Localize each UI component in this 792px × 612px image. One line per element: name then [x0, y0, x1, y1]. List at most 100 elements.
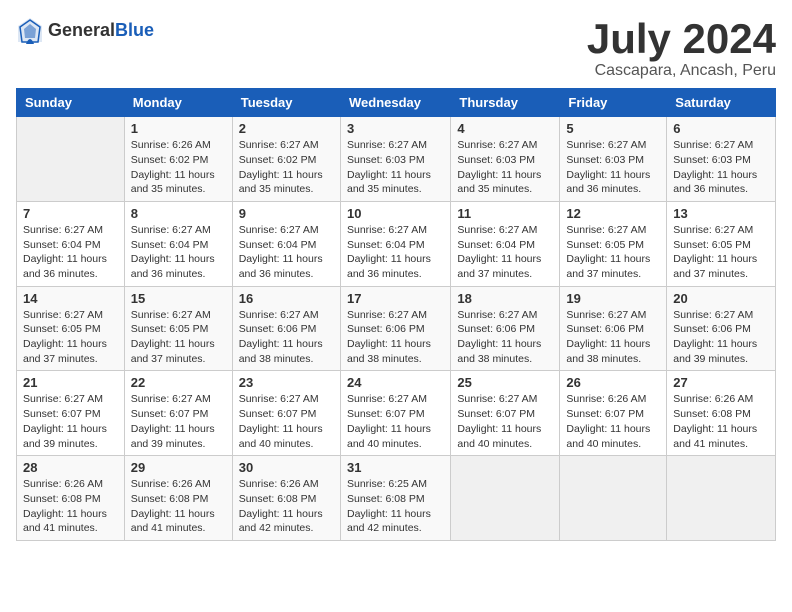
day-info: Sunrise: 6:27 AM Sunset: 6:05 PM Dayligh… [673, 223, 769, 282]
weekday-header-thursday: Thursday [451, 89, 560, 117]
day-info: Sunrise: 6:27 AM Sunset: 6:06 PM Dayligh… [673, 308, 769, 367]
logo-general: General [48, 20, 115, 41]
day-number: 30 [239, 460, 334, 475]
calendar-cell: 19 Sunrise: 6:27 AM Sunset: 6:06 PM Dayli… [560, 286, 667, 371]
calendar-cell: 29 Sunrise: 6:26 AM Sunset: 6:08 PM Dayli… [124, 456, 232, 541]
calendar-cell: 17Sunrise: 6:27 AM Sunset: 6:06 PM Dayli… [340, 286, 450, 371]
day-info: Sunrise: 6:27 AM Sunset: 6:04 PM Dayligh… [347, 223, 444, 282]
weekday-header-saturday: Saturday [667, 89, 776, 117]
calendar-cell: 28 Sunrise: 6:26 AM Sunset: 6:08 PM Dayli… [17, 456, 125, 541]
calendar-cell: 21Sunrise: 6:27 AM Sunset: 6:07 PM Dayli… [17, 371, 125, 456]
day-number: 14 [23, 291, 118, 306]
calendar-cell: 25 Sunrise: 6:27 AM Sunset: 6:07 PM Dayli… [451, 371, 560, 456]
day-number: 6 [673, 121, 769, 136]
day-number: 22 [131, 375, 226, 390]
calendar-cell [667, 456, 776, 541]
day-info: Sunrise: 6:26 AM Sunset: 6:07 PM Dayligh… [566, 392, 660, 451]
calendar-cell: 15 Sunrise: 6:27 AM Sunset: 6:05 PM Dayli… [124, 286, 232, 371]
day-number: 17 [347, 291, 444, 306]
day-number: 29 [131, 460, 226, 475]
day-info: Sunrise: 6:27 AM Sunset: 6:04 PM Dayligh… [457, 223, 553, 282]
calendar-cell: 8Sunrise: 6:27 AM Sunset: 6:04 PM Daylig… [124, 201, 232, 286]
calendar-cell: 31 Sunrise: 6:25 AM Sunset: 6:08 PM Dayli… [340, 456, 450, 541]
day-info: Sunrise: 6:27 AM Sunset: 6:07 PM Dayligh… [23, 392, 118, 451]
day-info: Sunrise: 6:27 AM Sunset: 6:04 PM Dayligh… [131, 223, 226, 282]
calendar-cell: 5 Sunrise: 6:27 AM Sunset: 6:03 PM Daylig… [560, 117, 667, 202]
calendar-cell: 12 Sunrise: 6:27 AM Sunset: 6:05 PM Dayli… [560, 201, 667, 286]
day-number: 1 [131, 121, 226, 136]
day-info: Sunrise: 6:27 AM Sunset: 6:03 PM Dayligh… [347, 138, 444, 197]
day-info: Sunrise: 6:26 AM Sunset: 6:02 PM Dayligh… [131, 138, 226, 197]
day-info: Sunrise: 6:27 AM Sunset: 6:06 PM Dayligh… [239, 308, 334, 367]
calendar-subtitle: Cascapara, Ancash, Peru [587, 62, 776, 80]
day-number: 3 [347, 121, 444, 136]
calendar-cell: 20 Sunrise: 6:27 AM Sunset: 6:06 PM Dayli… [667, 286, 776, 371]
day-info: Sunrise: 6:25 AM Sunset: 6:08 PM Dayligh… [347, 477, 444, 536]
logo-icon [16, 16, 44, 44]
day-info: Sunrise: 6:26 AM Sunset: 6:08 PM Dayligh… [23, 477, 118, 536]
calendar-cell: 18Sunrise: 6:27 AM Sunset: 6:06 PM Dayli… [451, 286, 560, 371]
calendar-cell: 23Sunrise: 6:27 AM Sunset: 6:07 PM Dayli… [232, 371, 340, 456]
calendar-cell: 9Sunrise: 6:27 AM Sunset: 6:04 PM Daylig… [232, 201, 340, 286]
calendar-cell: 22 Sunrise: 6:27 AM Sunset: 6:07 PM Dayli… [124, 371, 232, 456]
day-info: Sunrise: 6:26 AM Sunset: 6:08 PM Dayligh… [673, 392, 769, 451]
day-info: Sunrise: 6:27 AM Sunset: 6:03 PM Dayligh… [566, 138, 660, 197]
day-info: Sunrise: 6:27 AM Sunset: 6:03 PM Dayligh… [673, 138, 769, 197]
day-info: Sunrise: 6:27 AM Sunset: 6:07 PM Dayligh… [239, 392, 334, 451]
day-info: Sunrise: 6:27 AM Sunset: 6:04 PM Dayligh… [23, 223, 118, 282]
calendar-cell [451, 456, 560, 541]
weekday-header-monday: Monday [124, 89, 232, 117]
calendar-week-row: 7Sunrise: 6:27 AM Sunset: 6:04 PM Daylig… [17, 201, 776, 286]
logo: General Blue [16, 16, 154, 44]
day-info: Sunrise: 6:27 AM Sunset: 6:05 PM Dayligh… [131, 308, 226, 367]
weekday-header-tuesday: Tuesday [232, 89, 340, 117]
day-info: Sunrise: 6:27 AM Sunset: 6:07 PM Dayligh… [457, 392, 553, 451]
day-number: 12 [566, 206, 660, 221]
title-area: July 2024 Cascapara, Ancash, Peru [587, 16, 776, 80]
day-number: 13 [673, 206, 769, 221]
day-number: 25 [457, 375, 553, 390]
calendar-cell: 4 Sunrise: 6:27 AM Sunset: 6:03 PM Daylig… [451, 117, 560, 202]
weekday-header-sunday: Sunday [17, 89, 125, 117]
day-number: 19 [566, 291, 660, 306]
day-info: Sunrise: 6:26 AM Sunset: 6:08 PM Dayligh… [131, 477, 226, 536]
day-info: Sunrise: 6:27 AM Sunset: 6:07 PM Dayligh… [131, 392, 226, 451]
day-number: 28 [23, 460, 118, 475]
day-info: Sunrise: 6:27 AM Sunset: 6:05 PM Dayligh… [566, 223, 660, 282]
day-info: Sunrise: 6:27 AM Sunset: 6:06 PM Dayligh… [457, 308, 553, 367]
day-number: 4 [457, 121, 553, 136]
day-number: 20 [673, 291, 769, 306]
logo-text: General Blue [48, 20, 154, 41]
logo-blue: Blue [115, 20, 154, 41]
calendar-cell: 2 Sunrise: 6:27 AM Sunset: 6:02 PM Daylig… [232, 117, 340, 202]
calendar-cell [17, 117, 125, 202]
day-number: 24 [347, 375, 444, 390]
day-number: 15 [131, 291, 226, 306]
calendar-cell: 3 Sunrise: 6:27 AM Sunset: 6:03 PM Daylig… [340, 117, 450, 202]
calendar-cell: 6 Sunrise: 6:27 AM Sunset: 6:03 PM Daylig… [667, 117, 776, 202]
calendar-title: July 2024 [587, 16, 776, 62]
day-info: Sunrise: 6:27 AM Sunset: 6:05 PM Dayligh… [23, 308, 118, 367]
day-number: 9 [239, 206, 334, 221]
calendar-week-row: 21Sunrise: 6:27 AM Sunset: 6:07 PM Dayli… [17, 371, 776, 456]
day-info: Sunrise: 6:27 AM Sunset: 6:02 PM Dayligh… [239, 138, 334, 197]
day-info: Sunrise: 6:26 AM Sunset: 6:08 PM Dayligh… [239, 477, 334, 536]
day-number: 5 [566, 121, 660, 136]
weekday-header-friday: Friday [560, 89, 667, 117]
day-info: Sunrise: 6:27 AM Sunset: 6:03 PM Dayligh… [457, 138, 553, 197]
calendar-cell: 26Sunrise: 6:26 AM Sunset: 6:07 PM Dayli… [560, 371, 667, 456]
calendar-week-row: 1 Sunrise: 6:26 AM Sunset: 6:02 PM Daylig… [17, 117, 776, 202]
calendar-week-row: 28 Sunrise: 6:26 AM Sunset: 6:08 PM Dayli… [17, 456, 776, 541]
calendar-cell: 27 Sunrise: 6:26 AM Sunset: 6:08 PM Dayli… [667, 371, 776, 456]
day-number: 10 [347, 206, 444, 221]
calendar-cell: 24Sunrise: 6:27 AM Sunset: 6:07 PM Dayli… [340, 371, 450, 456]
day-number: 11 [457, 206, 553, 221]
calendar-cell: 10 Sunrise: 6:27 AM Sunset: 6:04 PM Dayli… [340, 201, 450, 286]
day-number: 2 [239, 121, 334, 136]
day-info: Sunrise: 6:27 AM Sunset: 6:06 PM Dayligh… [566, 308, 660, 367]
calendar-cell: 1 Sunrise: 6:26 AM Sunset: 6:02 PM Daylig… [124, 117, 232, 202]
day-number: 27 [673, 375, 769, 390]
calendar-cell [560, 456, 667, 541]
calendar-week-row: 14 Sunrise: 6:27 AM Sunset: 6:05 PM Dayli… [17, 286, 776, 371]
day-number: 31 [347, 460, 444, 475]
